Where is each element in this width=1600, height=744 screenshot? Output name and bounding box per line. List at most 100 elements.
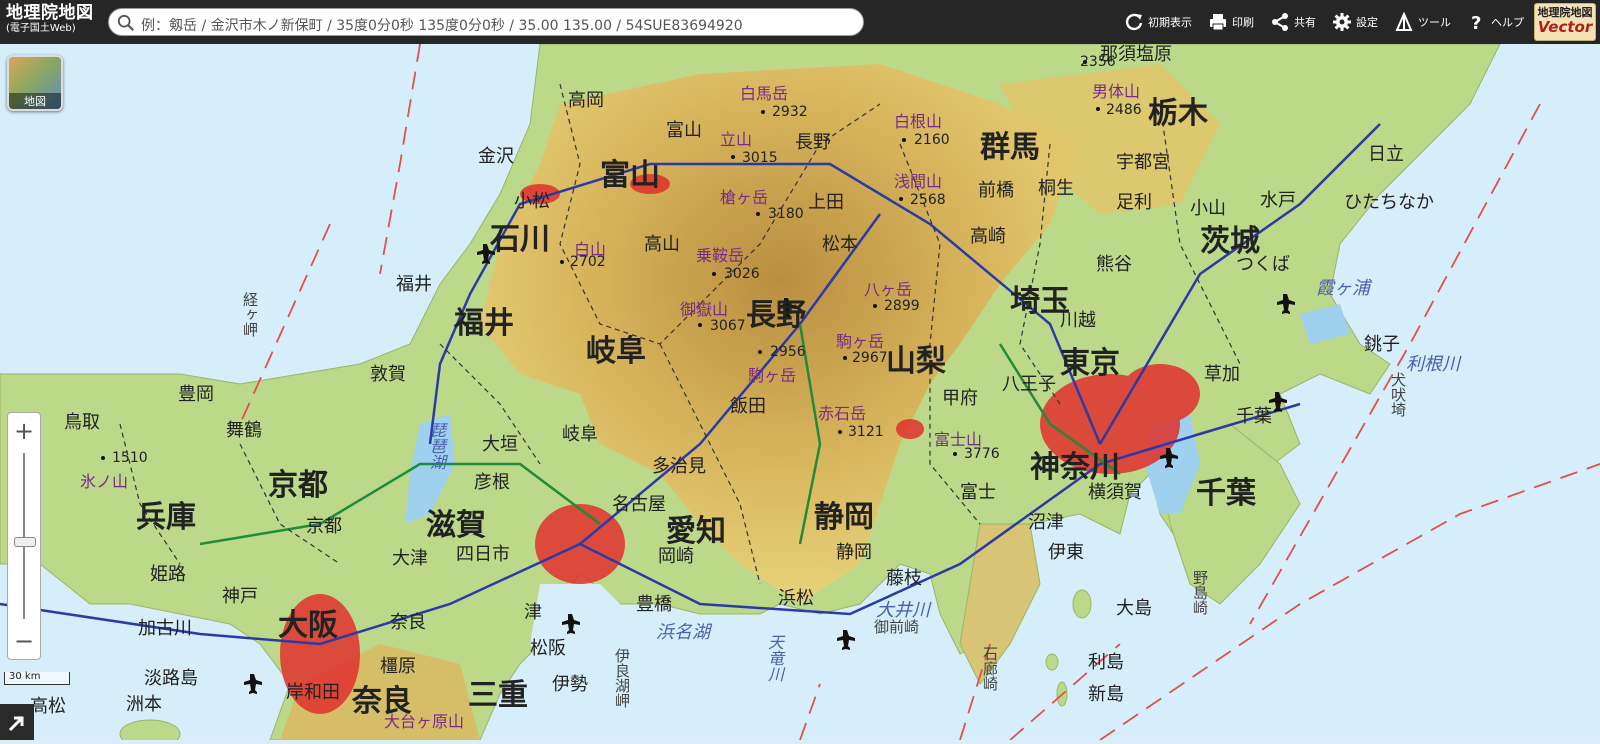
city-label: 加古川 bbox=[138, 618, 192, 639]
pref-label-tochigi: 栃木 bbox=[1148, 96, 1208, 131]
city-label: 姫路 bbox=[150, 564, 186, 585]
city-label: 利島 bbox=[1088, 652, 1124, 673]
elevation-label: 3067 bbox=[710, 318, 746, 334]
zoom-slider-handle[interactable] bbox=[14, 537, 36, 547]
city-label: 足利 bbox=[1116, 192, 1152, 213]
city-label: 前橋 bbox=[978, 180, 1014, 201]
cape-label: 野島崎 bbox=[1191, 570, 1209, 615]
reset-view-label: 初期表示 bbox=[1148, 16, 1192, 29]
pref-label-fukui: 福井 bbox=[454, 306, 514, 341]
water-label: 天竜川 bbox=[765, 634, 784, 682]
elevation-label: 3180 bbox=[768, 206, 804, 222]
zoom-control: + − bbox=[7, 412, 41, 660]
peak-label: 白根山 bbox=[894, 112, 943, 131]
help-button[interactable]: ? ヘルプ bbox=[1459, 0, 1532, 44]
city-label: 神戸 bbox=[222, 586, 258, 607]
expand-panel-button[interactable] bbox=[0, 704, 34, 740]
pref-label-hyogo: 兵庫 bbox=[136, 500, 196, 535]
peak-label: 男体山 bbox=[1092, 82, 1141, 101]
city-label: 高山 bbox=[644, 234, 680, 255]
elevation-label: 2356 bbox=[1080, 54, 1116, 70]
map-canvas[interactable]: 栃木 群馬 富山 石川 茨城 長野 埼玉 福井 岐阜 山梨 東京 京都 兵庫 滋… bbox=[0, 44, 1600, 740]
city-label: 八王子 bbox=[1002, 374, 1056, 395]
elevation-label: 2899 bbox=[884, 298, 920, 314]
elevation-label: 2956 bbox=[770, 344, 806, 360]
city-label: 伊勢 bbox=[552, 674, 588, 695]
city-label: 小山 bbox=[1190, 198, 1226, 219]
zoom-slider-track[interactable] bbox=[23, 453, 25, 619]
vector-map-badge[interactable]: 地理院地図 Vector bbox=[1534, 3, 1596, 41]
elevation-label: 3015 bbox=[742, 150, 778, 166]
city-label: 奈良 bbox=[390, 612, 426, 633]
search-icon bbox=[117, 14, 134, 31]
ruler-icon bbox=[1395, 12, 1413, 31]
search-placeholder: 例：剱岳 / 金沢市木ノ新保町 / 35度0分0秒 135度0分0秒 / 35.… bbox=[141, 18, 743, 34]
peak-label: 駒ヶ岳 bbox=[748, 366, 797, 385]
elevation-label: 2568 bbox=[910, 192, 946, 208]
settings-button[interactable]: 設定 bbox=[1324, 0, 1386, 44]
city-label: 京都 bbox=[306, 516, 342, 537]
city-label: 福井 bbox=[396, 274, 432, 295]
peak-label: 氷ノ山 bbox=[80, 472, 129, 491]
elevation-label: 3121 bbox=[848, 424, 884, 440]
city-label: 日立 bbox=[1368, 144, 1404, 165]
settings-label: 設定 bbox=[1356, 16, 1378, 29]
island-oshima bbox=[1072, 589, 1092, 619]
city-label: 彦根 bbox=[474, 472, 510, 493]
tools-button[interactable]: ツール bbox=[1386, 0, 1459, 44]
elevation-label: 2160 bbox=[914, 132, 950, 148]
peak-label: 立山 bbox=[720, 130, 753, 149]
pref-label-kyoto: 京都 bbox=[268, 468, 328, 503]
city-label: 敦賀 bbox=[370, 364, 406, 385]
city-label: 大津 bbox=[392, 548, 428, 569]
pref-label-osaka: 大阪 bbox=[278, 608, 338, 643]
peak-label: 大台ヶ原山 bbox=[384, 712, 465, 731]
share-button[interactable]: 共有 bbox=[1262, 0, 1324, 44]
city-label: 高松 bbox=[30, 696, 66, 717]
print-button[interactable]: 印刷 bbox=[1200, 0, 1262, 44]
peak-label: 白馬岳 bbox=[740, 84, 789, 103]
printer-icon bbox=[1210, 14, 1226, 31]
scale-bar: 30 km bbox=[4, 671, 70, 685]
vector-badge-line1: 地理院地図 bbox=[1537, 6, 1593, 19]
pref-label-tokyo: 東京 bbox=[1060, 346, 1120, 381]
city-label: 大島 bbox=[1116, 598, 1152, 619]
city-label: 沼津 bbox=[1028, 512, 1064, 533]
search-input[interactable]: 例：剱岳 / 金沢市木ノ新保町 / 35度0分0秒 135度0分0秒 / 35.… bbox=[108, 8, 864, 36]
city-label: 新島 bbox=[1088, 684, 1124, 705]
city-label: 高岡 bbox=[568, 90, 604, 111]
water-label: 霞ヶ浦 bbox=[1316, 278, 1370, 299]
reset-view-button[interactable]: 初期表示 bbox=[1116, 0, 1200, 44]
city-label: 富山 bbox=[666, 120, 702, 141]
city-label: 高崎 bbox=[970, 226, 1006, 247]
share-icon bbox=[1272, 13, 1288, 31]
city-label: つくば bbox=[1236, 254, 1290, 275]
scale-label: 30 km bbox=[9, 671, 41, 682]
layer-switch-label: 地図 bbox=[9, 93, 61, 109]
peak-label: 浅間山 bbox=[894, 172, 943, 191]
city-label: 小松 bbox=[514, 191, 550, 212]
city-label: 多治見 bbox=[652, 456, 706, 477]
city-label: 浜松 bbox=[778, 588, 814, 609]
city-label: 桐生 bbox=[1038, 178, 1074, 199]
city-label: 津 bbox=[524, 602, 542, 623]
app-logo[interactable]: 地理院地図 (電子国土Web) bbox=[6, 5, 106, 34]
toolbar: 初期表示 印刷 共有 設定 ツール ? ヘルプ 地理院地図 Vector bbox=[1116, 0, 1600, 44]
layer-switch-button[interactable]: 地図 bbox=[7, 55, 63, 111]
svg-text:?: ? bbox=[1471, 13, 1481, 32]
water-label: 琵琶湖 bbox=[427, 422, 446, 470]
cape-label: 伊良湖岬 bbox=[613, 648, 631, 708]
pref-label-shizuoka: 静岡 bbox=[814, 500, 874, 535]
city-label: 岐阜 bbox=[562, 424, 598, 445]
water-label: 利根川 bbox=[1406, 354, 1460, 375]
pref-label-gifu: 岐阜 bbox=[586, 334, 646, 369]
pref-label-gunma: 群馬 bbox=[980, 130, 1040, 165]
city-label: 静岡 bbox=[836, 542, 872, 563]
app-header: 地理院地図 (電子国土Web) 例：剱岳 / 金沢市木ノ新保町 / 35度0分0… bbox=[0, 0, 1600, 44]
peak-label: 槍ヶ岳 bbox=[720, 188, 769, 207]
zoom-out-button[interactable]: − bbox=[8, 625, 40, 657]
peak-label: 赤石岳 bbox=[818, 404, 867, 423]
city-label: 飯田 bbox=[730, 396, 766, 417]
pref-label-chiba: 千葉 bbox=[1196, 476, 1256, 511]
zoom-in-button[interactable]: + bbox=[8, 415, 40, 447]
